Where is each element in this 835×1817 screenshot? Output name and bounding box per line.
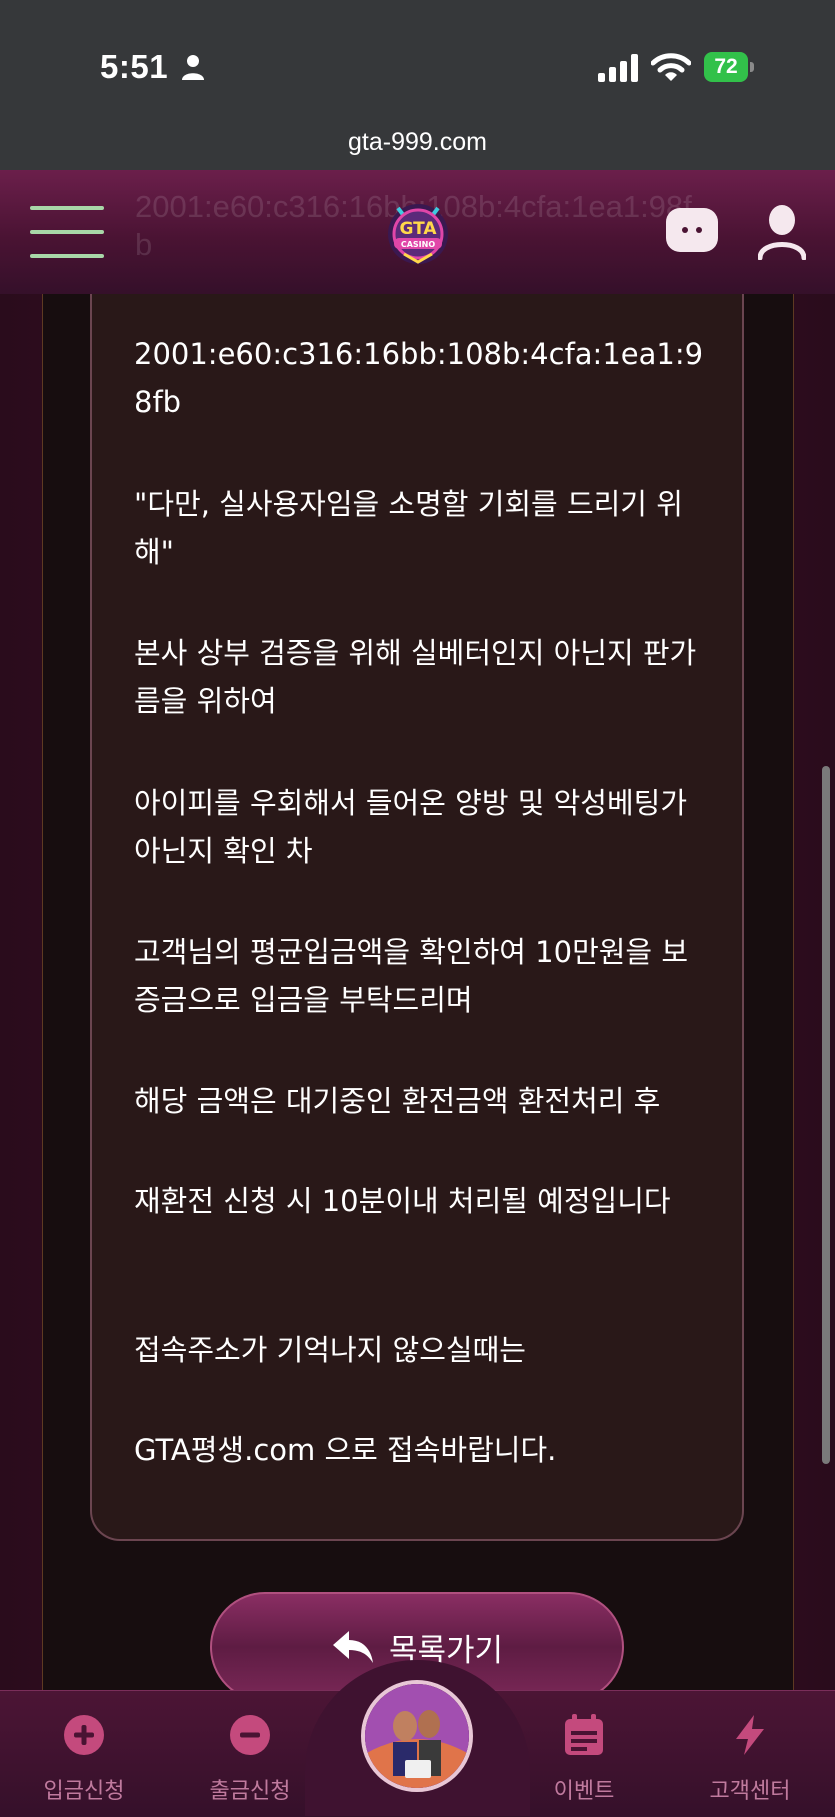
nav-label: 입금신청: [43, 1779, 125, 1804]
calendar-icon: [565, 1714, 603, 1755]
post-paragraph: "다만, 실사용자임을 소명할 기회를 드리기 위해": [134, 487, 683, 569]
person-icon: [182, 55, 204, 80]
plus-circle-icon: [64, 1715, 104, 1755]
post-paragraph: 2001:e60:c316:16bb:108b:4cfa:1ea1:98fb: [134, 337, 704, 419]
post-paragraph: 해당 금액은 대기중인 환전금액 환전처리 후: [134, 1084, 661, 1118]
user-profile-icon[interactable]: [758, 204, 806, 260]
battery-indicator: 72: [704, 52, 754, 82]
post-paragraph: 본사 상부 검증을 위해 실베터인지 아닌지 판가름을 위하여: [134, 636, 697, 718]
nav-withdraw[interactable]: 출금신청: [180, 1691, 320, 1817]
minus-circle-icon: [230, 1715, 270, 1755]
menu-line-icon: [30, 206, 104, 210]
nav-label: 이벤트: [553, 1779, 615, 1804]
nav-deposit[interactable]: 입금신청: [14, 1691, 154, 1817]
game-avatar-button[interactable]: [361, 1680, 473, 1792]
signal-icon: [598, 54, 638, 82]
menu-line-icon: [30, 254, 104, 258]
game-avatar-image: [365, 1684, 469, 1788]
nav-events[interactable]: 이벤트: [514, 1691, 654, 1817]
gta-casino-logo[interactable]: GTA CASINO: [380, 194, 456, 270]
nav-customer-center[interactable]: 고객센터: [680, 1691, 820, 1817]
reply-arrow-icon: [332, 1631, 373, 1663]
post-paragraph: GTA평생.com 으로 접속바랍니다.: [134, 1433, 557, 1467]
url-bar[interactable]: gta-999.com: [0, 120, 835, 170]
logo-text: GTA: [399, 219, 437, 239]
status-time: 5:51: [100, 48, 169, 85]
menu-line-icon: [30, 230, 104, 234]
nav-label: 출금신청: [209, 1779, 291, 1804]
post-paragraph: 재환전 신청 시 10분이내 처리될 예정입니다: [134, 1184, 671, 1218]
lightning-icon: [736, 1715, 764, 1755]
chat-icon[interactable]: [666, 208, 718, 256]
post-paragraph: 고객님의 평균입금액을 확인하여 10만원을 보증금으로 입금을 부탁드리며: [134, 935, 689, 1017]
hamburger-menu-button[interactable]: [30, 206, 104, 258]
wifi-icon: [651, 53, 691, 81]
post-paragraph: 접속주소가 기억나지 않으실때는: [134, 1333, 526, 1367]
post-paragraph: 아이피를 우회해서 들어온 양방 및 악성베팅가 아닌지 확인 차: [134, 786, 688, 868]
app-header: 2001:e60:c316:16bb:108b:4cfa:1ea1:98fb G…: [0, 170, 835, 296]
url-text: gta-999.com: [348, 128, 487, 156]
battery-tip: [750, 62, 754, 72]
scrollbar[interactable]: [822, 766, 830, 1464]
logo-subtext: CASINO: [401, 240, 435, 249]
status-bar: 5:51 72: [0, 0, 835, 120]
battery-level: 72: [704, 52, 748, 82]
nav-label: 고객센터: [709, 1779, 791, 1804]
